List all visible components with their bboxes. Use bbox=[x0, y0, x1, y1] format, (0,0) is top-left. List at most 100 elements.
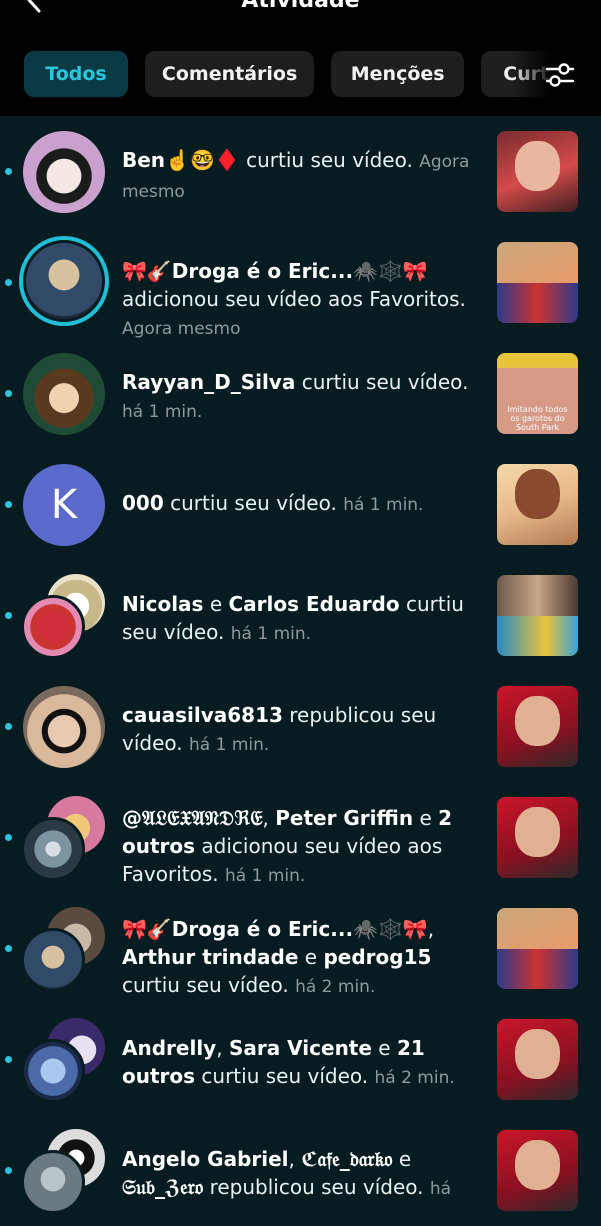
thumb-face bbox=[514, 1139, 561, 1190]
action-text: curtiu seu vídeo. bbox=[301, 370, 469, 394]
video-thumbnail[interactable] bbox=[497, 464, 578, 545]
action-text: adicionou seu vídeo aos Favoritos. bbox=[122, 287, 466, 311]
notification-item[interactable]: Ben☝️🤓♦️ curtiu seu vídeo. Agora mesmo bbox=[0, 116, 601, 227]
user-name[interactable]: cauasilva6813 bbox=[122, 703, 283, 727]
user-name[interactable]: pedrog15 bbox=[323, 945, 431, 969]
user-name[interactable]: Nicolas bbox=[122, 592, 203, 616]
action-text: curtiu seu vídeo. bbox=[122, 973, 289, 997]
notification-item[interactable]: @𝔄𝔏𝔈𝔛𝔄𝔑𝔇ℜ𝔈, Peter Griffin e 2 outros adi… bbox=[0, 782, 601, 893]
video-thumbnail[interactable] bbox=[497, 1019, 578, 1100]
thumb-face bbox=[514, 140, 561, 191]
user-name[interactable]: Ben☝️🤓♦️ bbox=[122, 148, 240, 172]
video-thumbnail[interactable] bbox=[497, 1130, 578, 1211]
tab-comentarios[interactable]: Comentários bbox=[145, 51, 315, 97]
user-name[interactable]: ℭ𝔞𝔣𝔢_𝔡𝔞𝔯𝔨𝔬 bbox=[301, 1147, 392, 1171]
avatar bbox=[21, 817, 85, 881]
joiner-text: e bbox=[419, 806, 432, 830]
separator: , bbox=[216, 1036, 223, 1060]
avatar bbox=[21, 1150, 85, 1214]
avatar-group[interactable] bbox=[20, 904, 110, 994]
avatar-group[interactable] bbox=[20, 793, 110, 883]
avatar-story-ring[interactable] bbox=[19, 236, 109, 326]
unread-dot bbox=[5, 501, 12, 508]
user-name[interactable]: Sara Vicente bbox=[229, 1036, 372, 1060]
unread-dot bbox=[5, 390, 12, 397]
unread-dot bbox=[5, 945, 12, 952]
action-text: curtiu seu vídeo. bbox=[201, 1064, 369, 1088]
tab-todos[interactable]: Todos bbox=[24, 51, 128, 97]
timestamp: há 2 min. bbox=[374, 1068, 455, 1088]
user-name[interactable]: Carlos Eduardo bbox=[228, 592, 399, 616]
timestamp: há bbox=[429, 1179, 452, 1199]
page-title: Atividade bbox=[241, 0, 360, 13]
thumb-face bbox=[514, 695, 561, 746]
action-text: curtiu seu vídeo. bbox=[246, 148, 413, 172]
thumb-face bbox=[514, 806, 561, 857]
user-name[interactable]: Arthur trindade bbox=[122, 945, 298, 969]
filter-button[interactable] bbox=[541, 56, 579, 94]
avatar bbox=[26, 243, 102, 319]
user-name[interactable]: Rayyan_D_Silva bbox=[122, 370, 295, 394]
avatar[interactable] bbox=[23, 686, 105, 768]
notification-item[interactable]: Andrelly, Sara Vicente e 21 outros curti… bbox=[0, 1004, 601, 1115]
timestamp: há 1 min. bbox=[189, 735, 270, 755]
avatar bbox=[21, 928, 85, 992]
notification-item[interactable]: K 000 curtiu seu vídeo. há 1 min. bbox=[0, 449, 601, 560]
joiner-text: e bbox=[398, 1147, 412, 1171]
video-thumbnail[interactable] bbox=[497, 575, 578, 656]
user-name[interactable]: 🎀🎸Droga é o Eric...🕷️🕸️🎀 bbox=[122, 917, 428, 941]
notification-text: 🎀🎸Droga é o Eric...🕷️🕸️🎀 adicionou seu v… bbox=[122, 257, 482, 343]
timestamp: há 1 min. bbox=[225, 866, 306, 886]
notification-item[interactable]: 🎀🎸Droga é o Eric...🕷️🕸️🎀 adicionou seu v… bbox=[0, 227, 601, 339]
notification-text: Nicolas e Carlos Eduardo curtiu seu víde… bbox=[122, 590, 482, 648]
notification-item[interactable]: Rayyan_D_Silva curtiu seu vídeo. há 1 mi… bbox=[0, 338, 601, 449]
notification-list: Ben☝️🤓♦️ curtiu seu vídeo. Agora mesmo 🎀… bbox=[0, 116, 601, 1226]
user-name[interactable]: Peter Griffin bbox=[275, 806, 413, 830]
action-text: curtiu seu vídeo. bbox=[170, 491, 337, 515]
avatar-group[interactable] bbox=[20, 1015, 110, 1105]
notification-text: Rayyan_D_Silva curtiu seu vídeo. há 1 mi… bbox=[122, 368, 482, 426]
user-name[interactable]: 000 bbox=[122, 491, 164, 515]
thumb-caption: Imitando todos os garotos do South Park bbox=[507, 405, 568, 432]
avatar[interactable]: K bbox=[23, 464, 105, 546]
unread-dot bbox=[5, 1056, 12, 1063]
avatar-group[interactable] bbox=[20, 571, 110, 661]
unread-dot bbox=[5, 723, 12, 730]
notification-text: @𝔄𝔏𝔈𝔛𝔄𝔑𝔇ℜ𝔈, Peter Griffin e 2 outros adi… bbox=[122, 804, 482, 890]
user-name[interactable]: 𝔖𝔲𝔟_ℨ𝔢𝔯𝔬 bbox=[122, 1175, 203, 1199]
notification-item[interactable]: cauasilva6813 republicou seu vídeo. há 1… bbox=[0, 671, 601, 782]
notification-text: 🎀🎸Droga é o Eric...🕷️🕸️🎀, Arthur trindad… bbox=[122, 915, 482, 1001]
timestamp: há 1 min. bbox=[343, 495, 424, 515]
video-thumbnail[interactable]: Imitando todos os garotos do South Park bbox=[497, 353, 578, 434]
video-thumbnail[interactable] bbox=[497, 908, 578, 989]
user-name[interactable]: Angelo Gabriel bbox=[122, 1147, 289, 1171]
avatar bbox=[21, 595, 85, 659]
thumb-face bbox=[514, 468, 561, 520]
thumb-face bbox=[514, 1028, 561, 1079]
user-name[interactable]: @𝔄𝔏𝔈𝔛𝔄𝔑𝔇ℜ𝔈 bbox=[122, 806, 263, 830]
notification-text: Andrelly, Sara Vicente e 21 outros curti… bbox=[122, 1034, 482, 1092]
avatar[interactable] bbox=[23, 131, 105, 213]
notification-text: Angelo Gabriel, ℭ𝔞𝔣𝔢_𝔡𝔞𝔯𝔨𝔬 e 𝔖𝔲𝔟_ℨ𝔢𝔯𝔬 re… bbox=[122, 1145, 482, 1203]
avatar bbox=[21, 1039, 85, 1103]
avatar[interactable] bbox=[23, 353, 105, 435]
tab-mencoes[interactable]: Menções bbox=[331, 51, 465, 97]
video-thumbnail[interactable] bbox=[497, 686, 578, 767]
video-thumbnail[interactable] bbox=[497, 242, 578, 323]
notification-item[interactable]: Angelo Gabriel, ℭ𝔞𝔣𝔢_𝔡𝔞𝔯𝔨𝔬 e 𝔖𝔲𝔟_ℨ𝔢𝔯𝔬 re… bbox=[0, 1115, 601, 1226]
timestamp: há 1 min. bbox=[122, 402, 203, 422]
avatar-group[interactable] bbox=[20, 1126, 110, 1216]
video-thumbnail[interactable] bbox=[497, 797, 578, 878]
separator: , bbox=[262, 806, 269, 830]
unread-dot bbox=[5, 279, 12, 286]
user-name[interactable]: 🎀🎸Droga é o Eric...🕷️🕸️🎀 bbox=[122, 259, 428, 283]
joiner-text: e bbox=[378, 1036, 391, 1060]
unread-dot bbox=[5, 834, 12, 841]
video-thumbnail[interactable] bbox=[497, 131, 578, 212]
user-name[interactable]: Andrelly bbox=[122, 1036, 216, 1060]
top-bar: Atividade Todos Comentários Menções Curt… bbox=[0, 0, 601, 116]
notification-item[interactable]: Nicolas e Carlos Eduardo curtiu seu víde… bbox=[0, 560, 601, 671]
notification-text: 000 curtiu seu vídeo. há 1 min. bbox=[122, 489, 482, 519]
notification-item[interactable]: 🎀🎸Droga é o Eric...🕷️🕸️🎀, Arthur trindad… bbox=[0, 893, 601, 1004]
notification-text: cauasilva6813 republicou seu vídeo. há 1… bbox=[122, 701, 482, 759]
